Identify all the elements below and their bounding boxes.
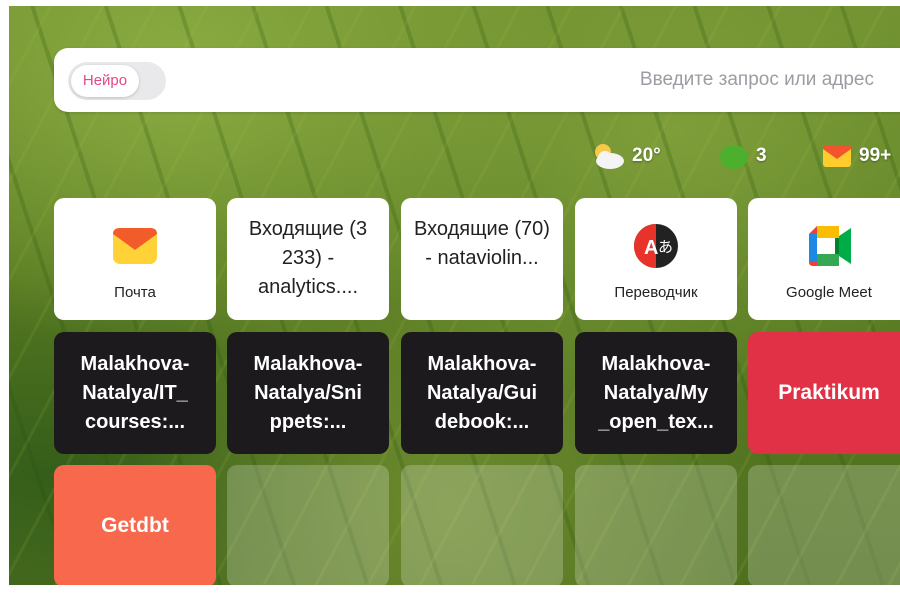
svg-text:あ: あ: [658, 238, 673, 256]
empty-tile-slot[interactable]: [748, 465, 900, 587]
bottom-border: [0, 585, 900, 593]
tile-title: Getdbt: [101, 514, 169, 537]
mail-count: 99+: [859, 145, 892, 166]
tile-title: Malakhova-Natalya/Sni ppets:...: [253, 353, 363, 433]
weather-widget[interactable]: 20°: [590, 140, 661, 172]
tile-google-meet[interactable]: Google Meet: [748, 198, 900, 320]
mail-envelope-icon: [823, 146, 851, 167]
tile-github-it-courses[interactable]: Malakhova-Natalya/IT_ courses:...: [54, 332, 216, 454]
tile-getdbt[interactable]: Getdbt: [54, 465, 216, 587]
weather-cloud-sun-icon: [595, 144, 624, 169]
tile-inbox-analytics[interactable]: Входящие (3 233) - analytics....: [227, 198, 389, 320]
tile-title: Malakhova-Natalya/IT_ courses:...: [80, 353, 190, 433]
tile-title: Входящие (70) - nataviolin...: [414, 218, 550, 269]
yandex-mail-icon: [113, 228, 157, 264]
traffic-score: 3: [756, 145, 767, 166]
tile-translator[interactable]: A あ Переводчик: [575, 198, 737, 320]
tile-title: Входящие (3 233) - analytics....: [248, 218, 368, 298]
tile-github-my-open-text[interactable]: Malakhova-Natalya/My _open_tex...: [575, 332, 737, 454]
empty-tile-slot[interactable]: [575, 465, 737, 587]
traffic-icon: [720, 145, 748, 169]
tile-label: Google Meet: [786, 284, 872, 301]
search-bar[interactable]: Нейро Введите запрос или адрес: [54, 48, 900, 112]
tile-title: Malakhova-Natalya/My _open_tex...: [598, 353, 714, 433]
weather-temperature: 20°: [632, 145, 661, 166]
traffic-widget[interactable]: 3: [718, 140, 767, 172]
tile-inbox-nataviolin[interactable]: Входящие (70) - nataviolin...: [401, 198, 563, 320]
tile-label: Переводчик: [614, 284, 698, 301]
tile-praktikum[interactable]: Praktikum: [748, 332, 900, 454]
svg-text:A: A: [644, 237, 658, 259]
tile-mail[interactable]: Почта: [54, 198, 216, 320]
tile-github-guidebook[interactable]: Malakhova-Natalya/Gui debook:...: [401, 332, 563, 454]
empty-tile-slot[interactable]: [401, 465, 563, 587]
left-border: [0, 0, 9, 593]
tile-label: Почта: [114, 284, 156, 301]
translator-icon: A あ: [634, 224, 678, 268]
neuro-toggle-label: Нейро: [71, 65, 139, 97]
mail-widget[interactable]: 99+: [821, 140, 891, 172]
tile-title: Malakhova-Natalya/Gui debook:...: [426, 353, 538, 433]
search-input[interactable]: Введите запрос или адрес: [640, 48, 874, 112]
top-border: [0, 0, 900, 6]
tile-github-snippets[interactable]: Malakhova-Natalya/Sni ppets:...: [227, 332, 389, 454]
neuro-toggle[interactable]: Нейро: [68, 62, 166, 100]
google-meet-icon: [809, 226, 851, 266]
empty-tile-slot[interactable]: [227, 465, 389, 587]
tile-title: Praktikum: [778, 381, 880, 404]
